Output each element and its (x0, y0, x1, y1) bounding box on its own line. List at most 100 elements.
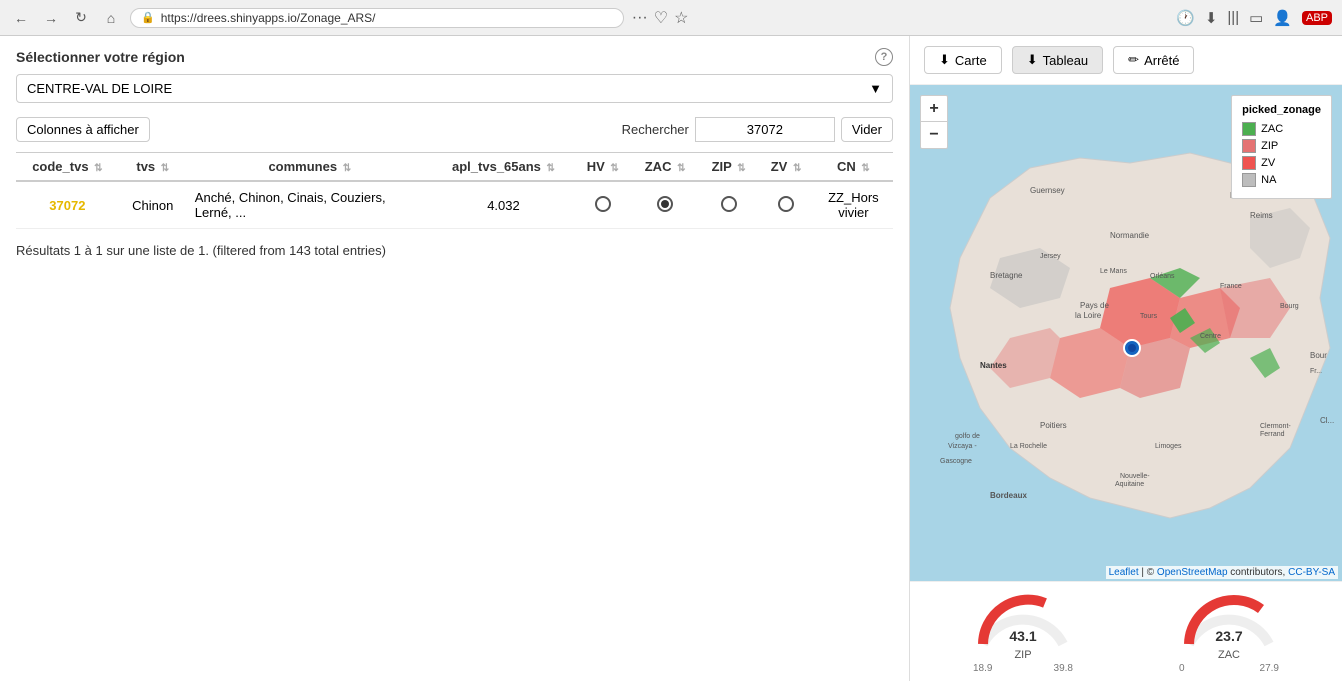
col-code-tvs[interactable]: code_tvs ⇅ (16, 153, 119, 182)
right-panel: ⬇ Carte ⬇ Tableau ✏ Arrêté (910, 36, 1342, 681)
gauge-zip-range: 18.9 39.8 (973, 663, 1073, 674)
col-zac[interactable]: ZAC ⇅ (631, 153, 698, 182)
region-dropdown[interactable]: CENTRE-VAL DE LOIRE ▼ (16, 74, 893, 103)
svg-text:Centre: Centre (1200, 333, 1221, 340)
svg-text:La Rochelle: La Rochelle (1010, 443, 1047, 450)
tableau-button[interactable]: ⬇ Tableau (1012, 46, 1103, 74)
cell-cn: ZZ_Horsvivier (814, 181, 893, 229)
home-button[interactable]: ⌂ (100, 7, 122, 29)
svg-text:Ferrand: Ferrand (1260, 431, 1285, 438)
forward-button[interactable]: → (40, 7, 62, 29)
arrete-button[interactable]: ✏ Arrêté (1113, 46, 1194, 74)
gauge-zac-range: 0 27.9 (1179, 663, 1279, 674)
back-button[interactable]: ← (10, 7, 32, 29)
osm-link[interactable]: OpenStreetMap (1157, 567, 1228, 578)
zoom-out-button[interactable]: − (921, 122, 947, 148)
zoom-in-button[interactable]: + (921, 96, 947, 122)
extension-icon: ABP (1302, 11, 1332, 25)
svg-text:23.7: 23.7 (1215, 628, 1242, 644)
cell-tvs: Chinon (119, 181, 187, 229)
map-legend: picked_zonage ZAC ZIP ZV NA (1231, 95, 1332, 199)
download-icon: ⬇ (1205, 9, 1218, 27)
legend-item-zv: ZV (1242, 156, 1321, 170)
table-header-row: code_tvs ⇅ tvs ⇅ communes ⇅ apl_tvs_65an… (16, 153, 893, 182)
legend-item-zac: ZAC (1242, 122, 1321, 136)
arrete-edit-icon: ✏ (1128, 52, 1139, 68)
toolbar: Colonnes à afficher Rechercher Vider (16, 117, 893, 142)
tableau-download-icon: ⬇ (1027, 52, 1038, 68)
gauge-zip-max: 39.8 (1054, 663, 1073, 674)
col-communes[interactable]: communes ⇅ (187, 153, 433, 182)
col-tvs[interactable]: tvs ⇅ (119, 153, 187, 182)
legend-item-na: NA (1242, 173, 1321, 187)
vider-button[interactable]: Vider (841, 117, 893, 142)
browser-actions: ··· ♡ ☆ (632, 8, 689, 28)
cell-zv (758, 181, 813, 229)
svg-text:Normandie: Normandie (1110, 231, 1150, 240)
svg-text:Gascogne: Gascogne (940, 458, 972, 465)
svg-text:Orléans: Orléans (1150, 273, 1175, 280)
leaflet-link[interactable]: Leaflet (1109, 567, 1139, 578)
legend-label-na: NA (1261, 174, 1276, 186)
svg-text:Vizcaya -: Vizcaya - (948, 443, 977, 450)
legend-label-zac: ZAC (1261, 123, 1283, 135)
svg-text:Pays de: Pays de (1080, 301, 1109, 310)
gauge-zac: 23.7 ZAC 0 27.9 (1126, 589, 1332, 674)
svg-text:Le Mans: Le Mans (1100, 268, 1127, 275)
radio-zac[interactable] (657, 196, 673, 212)
help-icon[interactable]: ? (875, 48, 893, 66)
col-zip[interactable]: ZIP ⇅ (699, 153, 758, 182)
legend-label-zv: ZV (1261, 157, 1275, 169)
star-icon[interactable]: ☆ (674, 8, 688, 28)
search-input[interactable] (695, 117, 835, 142)
url-text: https://drees.shinyapps.io/Zonage_ARS/ (161, 11, 613, 25)
radio-zv[interactable] (778, 196, 794, 212)
map-container[interactable]: Bretagne Normandie Le Havre Guernsey Rei… (910, 85, 1342, 581)
data-table: code_tvs ⇅ tvs ⇅ communes ⇅ apl_tvs_65an… (16, 152, 893, 229)
radio-zip[interactable] (721, 196, 737, 212)
ccbysa-link[interactable]: CC-BY-SA (1288, 567, 1335, 578)
svg-text:la Loire: la Loire (1075, 311, 1102, 320)
svg-text:43.1: 43.1 (1009, 628, 1036, 644)
col-apl[interactable]: apl_tvs_65ans ⇅ (433, 153, 574, 182)
legend-item-zip: ZIP (1242, 139, 1321, 153)
carte-download-icon: ⬇ (939, 52, 950, 68)
clock-icon: 🕐 (1176, 9, 1195, 27)
svg-text:Nantes: Nantes (980, 361, 1007, 370)
dropdown-chevron-icon: ▼ (869, 81, 882, 96)
gauge-zip-arc: 43.1 (973, 589, 1073, 649)
gauge-zip-label: ZIP (1014, 649, 1031, 661)
radio-hv[interactable] (595, 196, 611, 212)
split-icon: ▭ (1249, 9, 1263, 27)
address-bar[interactable]: 🔒 https://drees.shinyapps.io/Zonage_ARS/ (130, 8, 624, 28)
svg-text:Bour: Bour (1310, 351, 1327, 360)
gauges-row: 43.1 ZIP 18.9 39.8 23.7 (910, 581, 1342, 681)
svg-text:Reims: Reims (1250, 211, 1273, 220)
svg-text:Tours: Tours (1140, 313, 1158, 320)
legend-color-na (1242, 173, 1256, 187)
col-cn[interactable]: CN ⇅ (814, 153, 893, 182)
svg-text:Aquitaine: Aquitaine (1115, 481, 1144, 488)
svg-text:Poitiers: Poitiers (1040, 421, 1067, 430)
refresh-button[interactable]: ↻ (70, 7, 92, 29)
col-hv[interactable]: HV ⇅ (574, 153, 631, 182)
svg-text:Bourg: Bourg (1280, 303, 1299, 310)
columns-button[interactable]: Colonnes à afficher (16, 117, 150, 142)
col-zv[interactable]: ZV ⇅ (758, 153, 813, 182)
svg-text:Fr...: Fr... (1310, 368, 1322, 375)
more-icon[interactable]: ··· (632, 9, 648, 27)
cell-hv (574, 181, 631, 229)
svg-text:Nouvelle-: Nouvelle- (1120, 473, 1150, 480)
legend-color-zac (1242, 122, 1256, 136)
table-row: 37072 Chinon Anché, Chinon, Cinais, Couz… (16, 181, 893, 229)
bookmark-icon[interactable]: ♡ (654, 8, 668, 28)
cell-communes: Anché, Chinon, Cinais, Couziers,Lerné, .… (187, 181, 433, 229)
results-text: Résultats 1 à 1 sur une liste de 1. (fil… (16, 243, 893, 258)
gauge-zip-min: 18.9 (973, 663, 992, 674)
gauge-zac-arc: 23.7 (1179, 589, 1279, 649)
svg-text:Bordeaux: Bordeaux (990, 491, 1027, 500)
search-label: Rechercher (622, 122, 689, 137)
cell-zip (699, 181, 758, 229)
carte-button[interactable]: ⬇ Carte (924, 46, 1002, 74)
search-area: Rechercher Vider (622, 117, 893, 142)
